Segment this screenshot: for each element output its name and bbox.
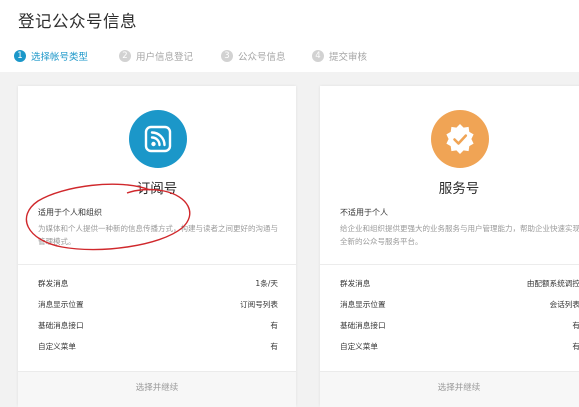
feature-value: 由配额系统调控 (526, 279, 579, 288)
feature-value: 1条/天 (255, 279, 278, 288)
feature-name: 自定义菜单 (340, 342, 378, 351)
feature-name: 消息显示位置 (38, 300, 84, 309)
badge-check-icon (431, 110, 489, 168)
header: 登记公众号信息 1 选择帐号类型 2 用户信息登记 3 公众号信息 4 提交审核 (0, 0, 579, 72)
feature-value: 会话列表 (549, 300, 579, 309)
step-2-label: 用户信息登记 (136, 52, 194, 63)
feature-name: 基础消息接口 (340, 321, 386, 330)
feature-row: 消息显示位置 订阅号列表 (38, 299, 278, 311)
feature-row: 基础消息接口 有 (340, 320, 579, 332)
feature-row: 自定义菜单 有 (340, 341, 579, 353)
step-4-label: 提交审核 (329, 52, 368, 63)
select-continue-label: 选择并继续 (135, 383, 179, 393)
feature-value: 有 (270, 321, 278, 330)
feature-name: 群发消息 (340, 279, 371, 288)
feature-row: 群发消息 由配额系统调控 (340, 278, 579, 290)
step-4: 4 提交审核 (312, 47, 367, 65)
feature-name: 基础消息接口 (38, 321, 84, 330)
feature-name: 消息显示位置 (340, 300, 386, 309)
step-1-number: 1 (14, 50, 26, 62)
feature-value: 有 (572, 342, 579, 351)
divider (18, 264, 296, 265)
feature-name: 群发消息 (38, 279, 69, 288)
card-suitable-for: 适用于个人和组织 (38, 208, 102, 217)
subscription-account-card[interactable]: 订阅号 适用于个人和组织 为媒体和个人提供一种新的信息传播方式，构建与读者之间更… (18, 86, 296, 407)
card-suitable-for: 不适用于个人 (340, 208, 388, 217)
select-continue-label: 选择并继续 (437, 383, 481, 393)
feature-value: 有 (572, 321, 579, 330)
step-3-label: 公众号信息 (238, 52, 286, 63)
feature-value: 订阅号列表 (240, 300, 278, 309)
feature-name: 自定义菜单 (38, 342, 76, 351)
divider (320, 264, 579, 265)
rss-feed-icon (129, 110, 187, 168)
step-2-number: 2 (119, 50, 131, 62)
feature-value: 有 (270, 342, 278, 351)
service-account-card[interactable]: 服务号 不适用于个人 给企业和组织提供更强大的业务服务与用户管理能力，帮助企业快… (320, 86, 579, 407)
card-title: 服务号 (438, 181, 480, 197)
card-description: 给企业和组织提供更强大的业务服务与用户管理能力，帮助企业快速实现全新的公众号服务… (340, 224, 579, 246)
card-title: 订阅号 (136, 181, 178, 197)
step-1-label: 选择帐号类型 (31, 52, 89, 63)
step-2: 2 用户信息登记 (119, 47, 193, 65)
card-description: 为媒体和个人提供一种新的信息传播方式，构建与读者之间更好的沟通与管理模式。 (38, 224, 278, 246)
feature-row: 消息显示位置 会话列表 (340, 299, 579, 311)
step-4-number: 4 (312, 50, 324, 62)
select-continue-button[interactable]: 选择并继续 (18, 371, 296, 407)
feature-row: 群发消息 1条/天 (38, 278, 278, 290)
step-1: 1 选择帐号类型 (14, 47, 88, 65)
feature-row: 基础消息接口 有 (38, 320, 278, 332)
select-continue-button[interactable]: 选择并继续 (320, 371, 579, 407)
step-3-number: 3 (221, 50, 233, 62)
feature-row: 自定义菜单 有 (38, 341, 278, 353)
step-3: 3 公众号信息 (221, 47, 286, 65)
page-title: 登记公众号信息 (18, 12, 137, 31)
